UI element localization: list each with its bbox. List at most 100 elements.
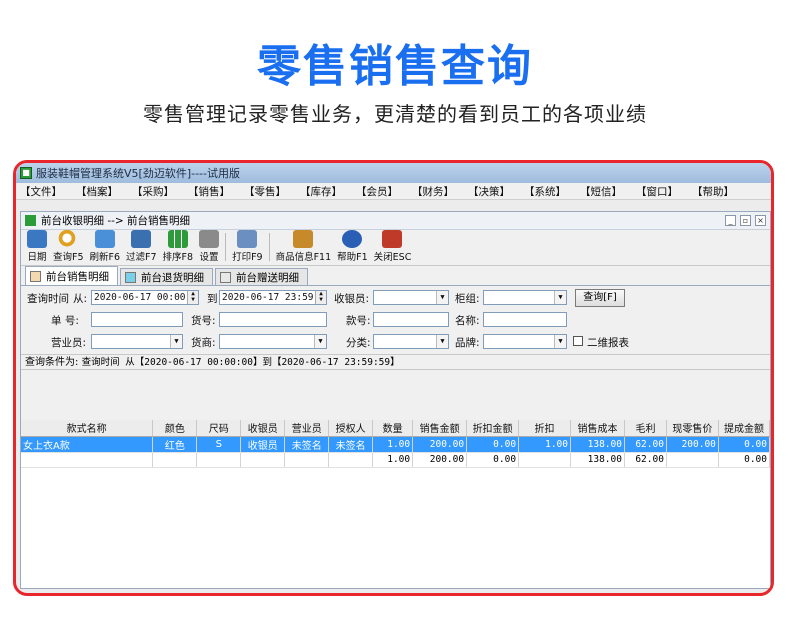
- table-cell: [196, 452, 242, 468]
- table-cell: 0.00: [466, 436, 520, 453]
- grid-icon: [30, 270, 41, 282]
- table-cell: 62.00: [624, 452, 667, 468]
- table-cell: [328, 452, 374, 468]
- minimize-icon[interactable]: _: [725, 215, 736, 226]
- name-input[interactable]: [483, 312, 567, 327]
- column-header[interactable]: 授权人: [328, 420, 374, 437]
- chevron-down-icon[interactable]: ▼: [170, 335, 182, 348]
- column-header[interactable]: 尺码: [196, 420, 242, 437]
- app-icon: ■: [20, 167, 32, 179]
- chevron-down-icon[interactable]: ▼: [554, 335, 566, 348]
- table-header-row: 款式名称 颜色 尺码 收银员 营业员 授权人 数量 销售金额 折扣金额 折扣 销…: [21, 420, 770, 437]
- column-header[interactable]: 毛利: [624, 420, 667, 437]
- order-no-label: 单 号:: [51, 315, 79, 327]
- grid-icon: [220, 271, 231, 283]
- spinner-icon[interactable]: ▲ ▼: [315, 291, 326, 304]
- table-cell: 200.00: [666, 436, 719, 453]
- tab-return-detail[interactable]: 前台退货明细: [120, 268, 213, 285]
- restore-icon[interactable]: ▫: [740, 215, 751, 226]
- column-header[interactable]: 销售金额: [412, 420, 468, 437]
- refresh-button[interactable]: 刷新F6: [90, 230, 120, 263]
- style-no-label: 款号:: [346, 315, 371, 327]
- menu-bar: 【文件】 【档案】 【采购】 【销售】 【零售】 【库存】 【会员】 【财务】 …: [16, 183, 771, 200]
- table-cell: 0.00: [718, 436, 770, 453]
- tab-bar: 前台销售明细 前台退货明细 前台赠送明细: [21, 266, 770, 286]
- query-button[interactable]: 查询F5: [53, 230, 84, 263]
- settings-button[interactable]: 设置: [199, 230, 220, 263]
- category-select[interactable]: ▼: [373, 334, 449, 349]
- menu-archive[interactable]: 【档案】: [76, 184, 118, 199]
- table-cell: 138.00: [570, 452, 625, 468]
- to-datetime-input[interactable]: 2020-06-17 23:59:59 ▲ ▼: [219, 290, 327, 305]
- toolbar-separator: [268, 232, 270, 261]
- date-button[interactable]: 日期: [27, 230, 47, 263]
- subwindow-icon: [25, 215, 36, 226]
- column-header[interactable]: 现零售价: [666, 420, 719, 437]
- goods-no-input[interactable]: [219, 312, 327, 327]
- menu-decision[interactable]: 【决策】: [468, 184, 510, 199]
- hero-subtitle: 零售管理记录零售业务，更清楚的看到员工的各项业绩: [143, 102, 647, 126]
- query-submit-button[interactable]: 查询[F]: [575, 289, 625, 307]
- cashier-select[interactable]: ▼: [373, 290, 449, 305]
- tab-gift-detail[interactable]: 前台赠送明细: [215, 268, 308, 285]
- print-button[interactable]: 打印F9: [232, 230, 263, 263]
- style-no-input[interactable]: [373, 312, 449, 327]
- menu-retail[interactable]: 【零售】: [244, 184, 286, 199]
- package-icon: [293, 230, 314, 248]
- table-cell: 未签名: [284, 436, 330, 453]
- subwindow-titlebar: 前台收银明细 --> 前台销售明细 _ ▫ ×: [21, 212, 770, 230]
- menu-sales[interactable]: 【销售】: [188, 184, 230, 199]
- column-header[interactable]: 折扣金额: [466, 420, 520, 437]
- table-cell: [284, 452, 330, 468]
- column-header[interactable]: 销售成本: [570, 420, 625, 437]
- chevron-down-icon[interactable]: ▼: [436, 291, 448, 304]
- query-time-label: 查询时间: [27, 293, 69, 305]
- table-cell: S: [196, 436, 242, 453]
- menu-help[interactable]: 【帮助】: [692, 184, 734, 199]
- close-icon[interactable]: ×: [755, 215, 766, 226]
- chevron-down-icon[interactable]: ▼: [554, 291, 566, 304]
- window-titlebar: ■ 服装鞋帽管理系统V5[劲迈软件]----试用版: [16, 163, 771, 183]
- column-header[interactable]: 款式名称: [21, 420, 154, 437]
- menu-sms[interactable]: 【短信】: [580, 184, 622, 199]
- table-cell: 0.00: [466, 452, 520, 468]
- goods-no-label: 货号:: [191, 315, 216, 327]
- help-button[interactable]: 帮助F1: [337, 230, 368, 263]
- menu-file[interactable]: 【文件】: [20, 184, 62, 199]
- column-header[interactable]: 收银员: [240, 420, 286, 437]
- column-header[interactable]: 折扣: [518, 420, 571, 437]
- qr-report-label: 二维报表: [587, 337, 629, 349]
- table-row[interactable]: 女上衣A款 红色 S 收银员 未签名 未签名 1.00 200.00 0.00 …: [21, 436, 770, 453]
- table-cell: 收银员: [240, 436, 286, 453]
- query-form: 查询时间 从: 2020-06-17 00:00:00 ▲ ▼ 到 2020-06…: [21, 286, 770, 354]
- from-datetime-input[interactable]: 2020-06-17 00:00:00 ▲ ▼: [91, 290, 199, 305]
- menu-member[interactable]: 【会员】: [356, 184, 398, 199]
- counter-select[interactable]: ▼: [483, 290, 567, 305]
- order-no-input[interactable]: [91, 312, 183, 327]
- column-header[interactable]: 提成金额: [718, 420, 770, 437]
- toolbar: 日期 查询F5 刷新F6 过滤F7 排序F8 设置 打印F9 商品信息F11 帮…: [21, 230, 770, 266]
- brand-select[interactable]: ▼: [483, 334, 567, 349]
- menu-purchase[interactable]: 【采购】: [132, 184, 174, 199]
- close-button[interactable]: 关闭ESC: [374, 230, 411, 263]
- menu-system[interactable]: 【系统】: [524, 184, 566, 199]
- menu-inventory[interactable]: 【库存】: [300, 184, 342, 199]
- spinner-icon[interactable]: ▲ ▼: [187, 291, 198, 304]
- tab-sales-detail[interactable]: 前台销售明细: [25, 266, 118, 285]
- table-cell: 1.00: [372, 452, 414, 468]
- table-cell: 红色: [152, 436, 198, 453]
- chevron-down-icon[interactable]: ▼: [314, 335, 326, 348]
- salesperson-select[interactable]: ▼: [91, 334, 183, 349]
- menu-window[interactable]: 【窗口】: [636, 184, 678, 199]
- column-header[interactable]: 颜色: [152, 420, 198, 437]
- column-header[interactable]: 营业员: [284, 420, 330, 437]
- product-info-button[interactable]: 商品信息F11: [276, 230, 331, 263]
- sort-button[interactable]: 排序F8: [163, 230, 193, 263]
- chevron-down-icon[interactable]: ▼: [436, 335, 448, 348]
- column-header[interactable]: 数量: [372, 420, 414, 437]
- menu-finance[interactable]: 【财务】: [412, 184, 454, 199]
- brand-label: 品牌:: [455, 337, 480, 349]
- filter-button[interactable]: 过滤F7: [126, 230, 157, 263]
- supplier-select[interactable]: ▼: [219, 334, 327, 349]
- qr-report-checkbox[interactable]: [573, 336, 583, 346]
